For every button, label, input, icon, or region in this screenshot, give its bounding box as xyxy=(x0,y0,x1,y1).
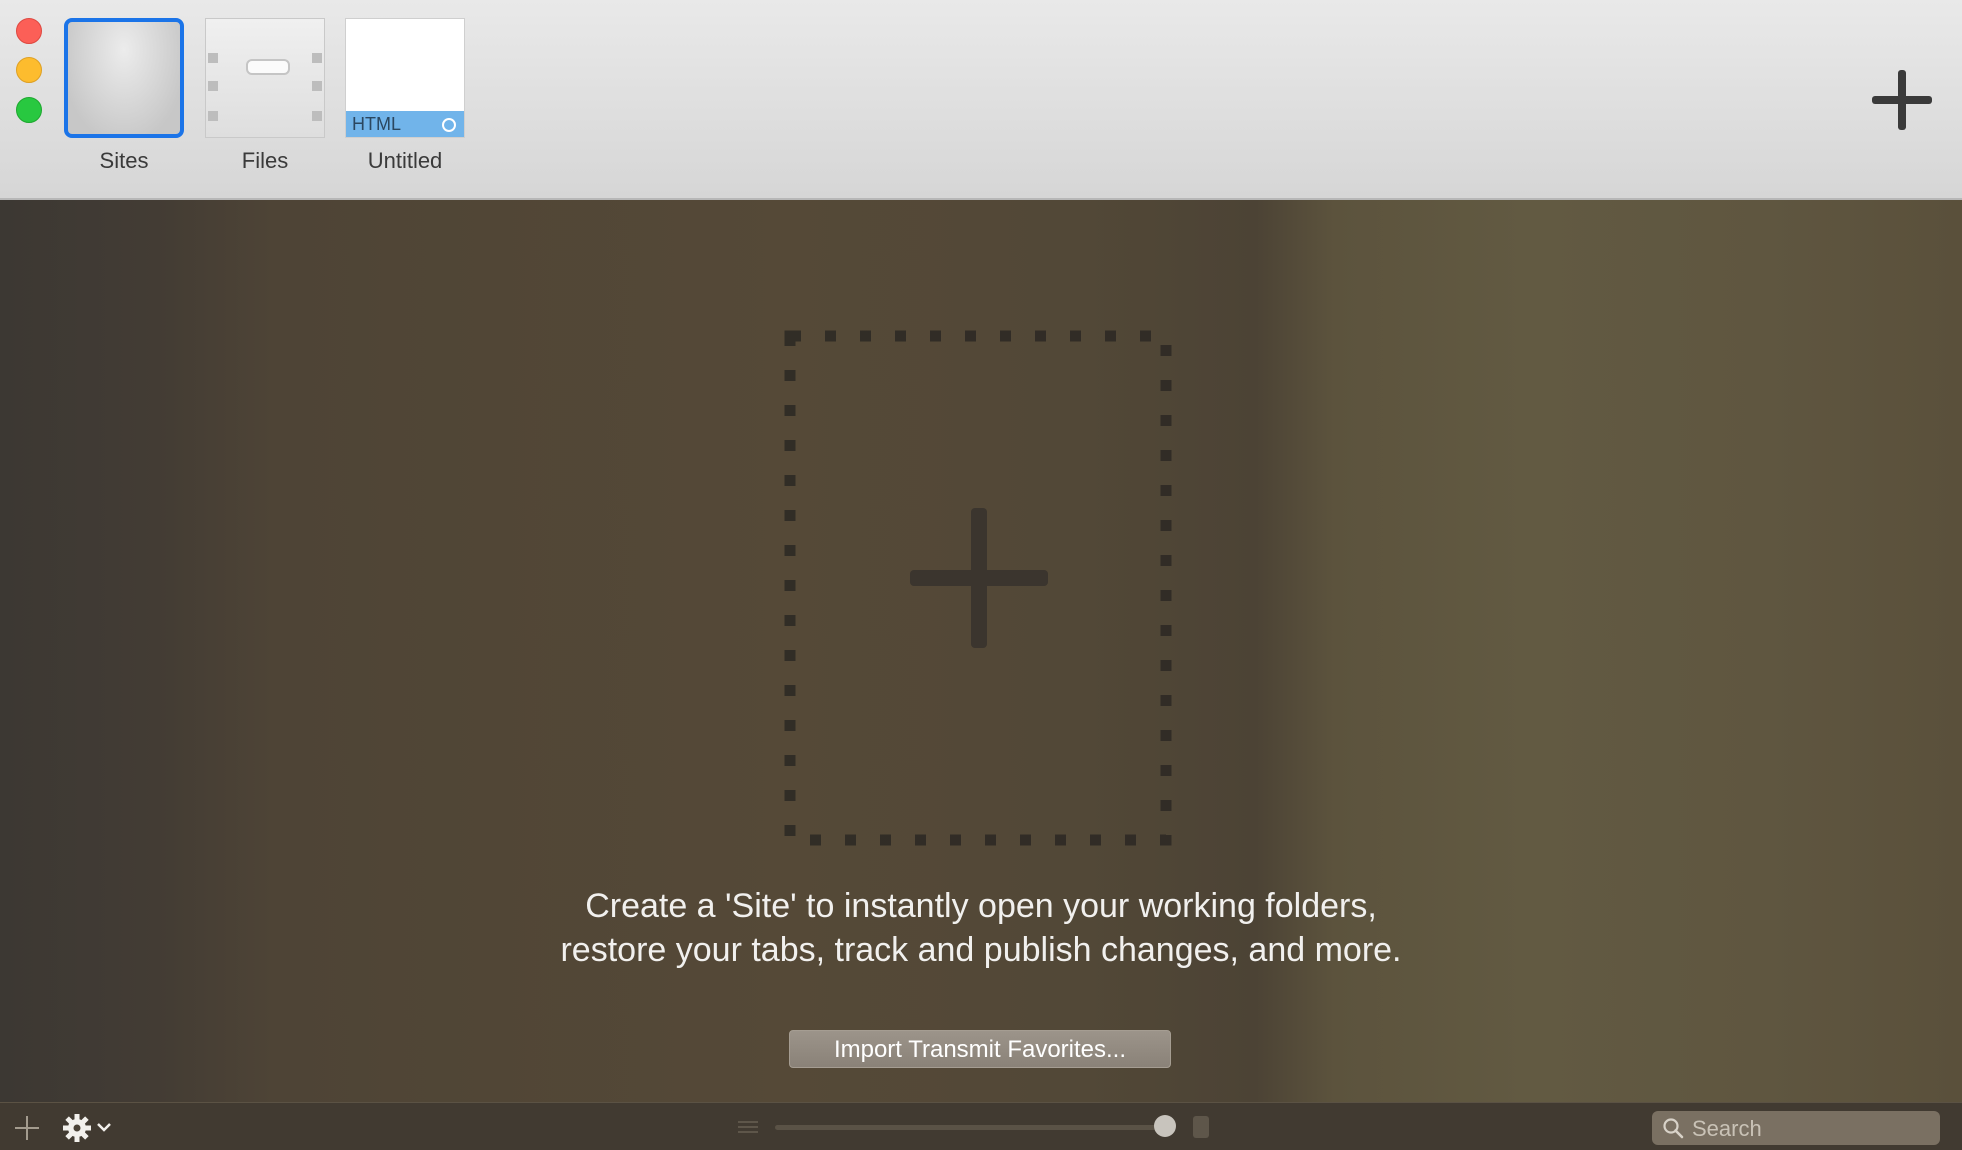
grid-view-icon[interactable] xyxy=(1192,1115,1210,1139)
search-icon xyxy=(1663,1118,1684,1139)
search-input[interactable] xyxy=(1690,1113,1934,1145)
minimize-button[interactable] xyxy=(16,57,42,83)
gear-icon[interactable] xyxy=(62,1113,92,1143)
message-line: restore your tabs, track and publish cha… xyxy=(560,931,1402,969)
tab-label: Sites xyxy=(99,148,149,173)
zoom-button[interactable] xyxy=(16,97,42,123)
zoom-slider-track[interactable] xyxy=(775,1125,1165,1130)
bottom-bar xyxy=(0,1102,1962,1150)
sites-empty-view: Create a 'Site' to instantly open your w… xyxy=(0,200,1962,1102)
tab-label: Untitled xyxy=(367,148,443,173)
html-badge: HTML xyxy=(346,111,464,137)
sites-thumbnail-icon xyxy=(64,18,184,138)
tab-files[interactable]: Files xyxy=(203,18,327,174)
zoom-slider-knob[interactable] xyxy=(1154,1115,1176,1137)
search-field[interactable] xyxy=(1652,1111,1940,1145)
add-site-dropzone[interactable] xyxy=(784,328,1172,848)
plus-icon xyxy=(910,508,1048,648)
tab-sites[interactable]: Sites xyxy=(62,18,186,174)
toolbar: Sites Files HTML Untitled xyxy=(0,0,1962,200)
chevron-down-icon[interactable] xyxy=(96,1121,112,1133)
list-view-icon[interactable] xyxy=(736,1117,760,1137)
html-document-icon: HTML xyxy=(345,18,465,138)
close-button[interactable] xyxy=(16,18,42,44)
empty-state-message: Create a 'Site' to instantly open your w… xyxy=(0,884,1962,972)
tab-untitled[interactable]: HTML Untitled xyxy=(343,18,467,174)
plus-icon[interactable] xyxy=(14,1115,40,1141)
plus-icon[interactable] xyxy=(1870,68,1934,132)
message-line: Create a 'Site' to instantly open your w… xyxy=(585,887,1377,925)
files-box-icon xyxy=(205,18,325,138)
tab-label: Files xyxy=(241,148,289,173)
unsaved-dot-icon xyxy=(442,118,456,132)
app-window: Sites Files HTML Untitled Create a 'Site… xyxy=(0,0,1962,1150)
import-favorites-button[interactable]: Import Transmit Favorites... xyxy=(789,1030,1171,1068)
